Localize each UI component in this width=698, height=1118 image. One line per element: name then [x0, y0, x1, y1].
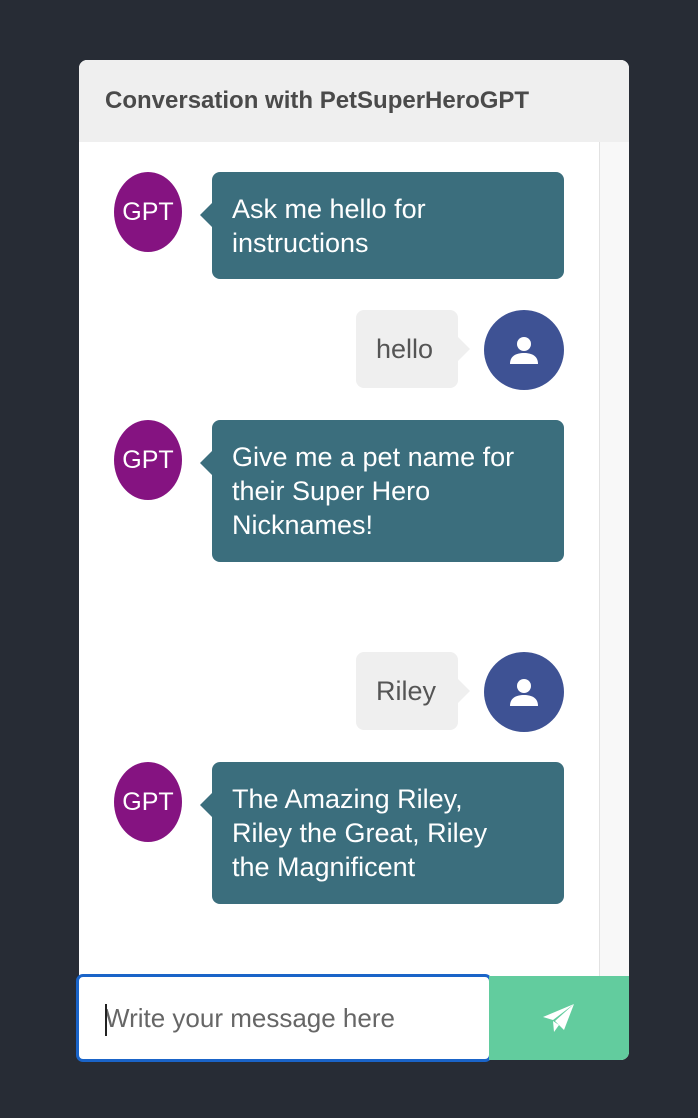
send-button[interactable]: [489, 976, 629, 1060]
chat-header-title: Conversation with PetSuperHeroGPT: [79, 60, 629, 142]
user-message-bubble: hello: [356, 310, 470, 388]
message-line: their Super Hero: [232, 476, 431, 506]
user-avatar: [484, 652, 564, 732]
user-message-bubble: Riley: [356, 652, 470, 730]
message-input[interactable]: [105, 1002, 465, 1034]
gpt-message-bubble: The Amazing Riley, Riley the Great, Rile…: [200, 762, 564, 904]
message-line: Riley the Great, Riley: [232, 818, 488, 848]
gpt-avatar: GPT: [114, 420, 182, 500]
chat-window: Conversation with PetSuperHeroGPT GPT As…: [79, 60, 629, 1060]
message-list: GPT Ask me hello for instructions hello …: [79, 142, 629, 976]
message-line: the Magnificent: [232, 852, 416, 882]
message-line: instructions: [232, 228, 369, 258]
scrollbar[interactable]: [599, 142, 629, 976]
user-icon: [510, 679, 538, 706]
gpt-avatar: GPT: [114, 762, 182, 842]
message-text: hello: [376, 334, 434, 364]
gpt-message-bubble: Give me a pet name for their Super Hero …: [200, 420, 564, 562]
user-icon: [510, 337, 538, 364]
paper-plane-icon: [543, 1004, 574, 1032]
message-line: Give me a pet name for: [232, 442, 515, 472]
message-input-wrapper[interactable]: [76, 974, 492, 1062]
gpt-message-bubble: Ask me hello for instructions: [200, 172, 564, 279]
text-caret: [105, 1004, 107, 1036]
message-line: Nicknames!: [232, 510, 374, 540]
message-text: Riley: [376, 676, 437, 706]
gpt-avatar: GPT: [114, 172, 182, 252]
message-line: Ask me hello for: [232, 194, 426, 224]
message-line: The Amazing Riley,: [232, 784, 463, 814]
user-avatar: [484, 310, 564, 390]
